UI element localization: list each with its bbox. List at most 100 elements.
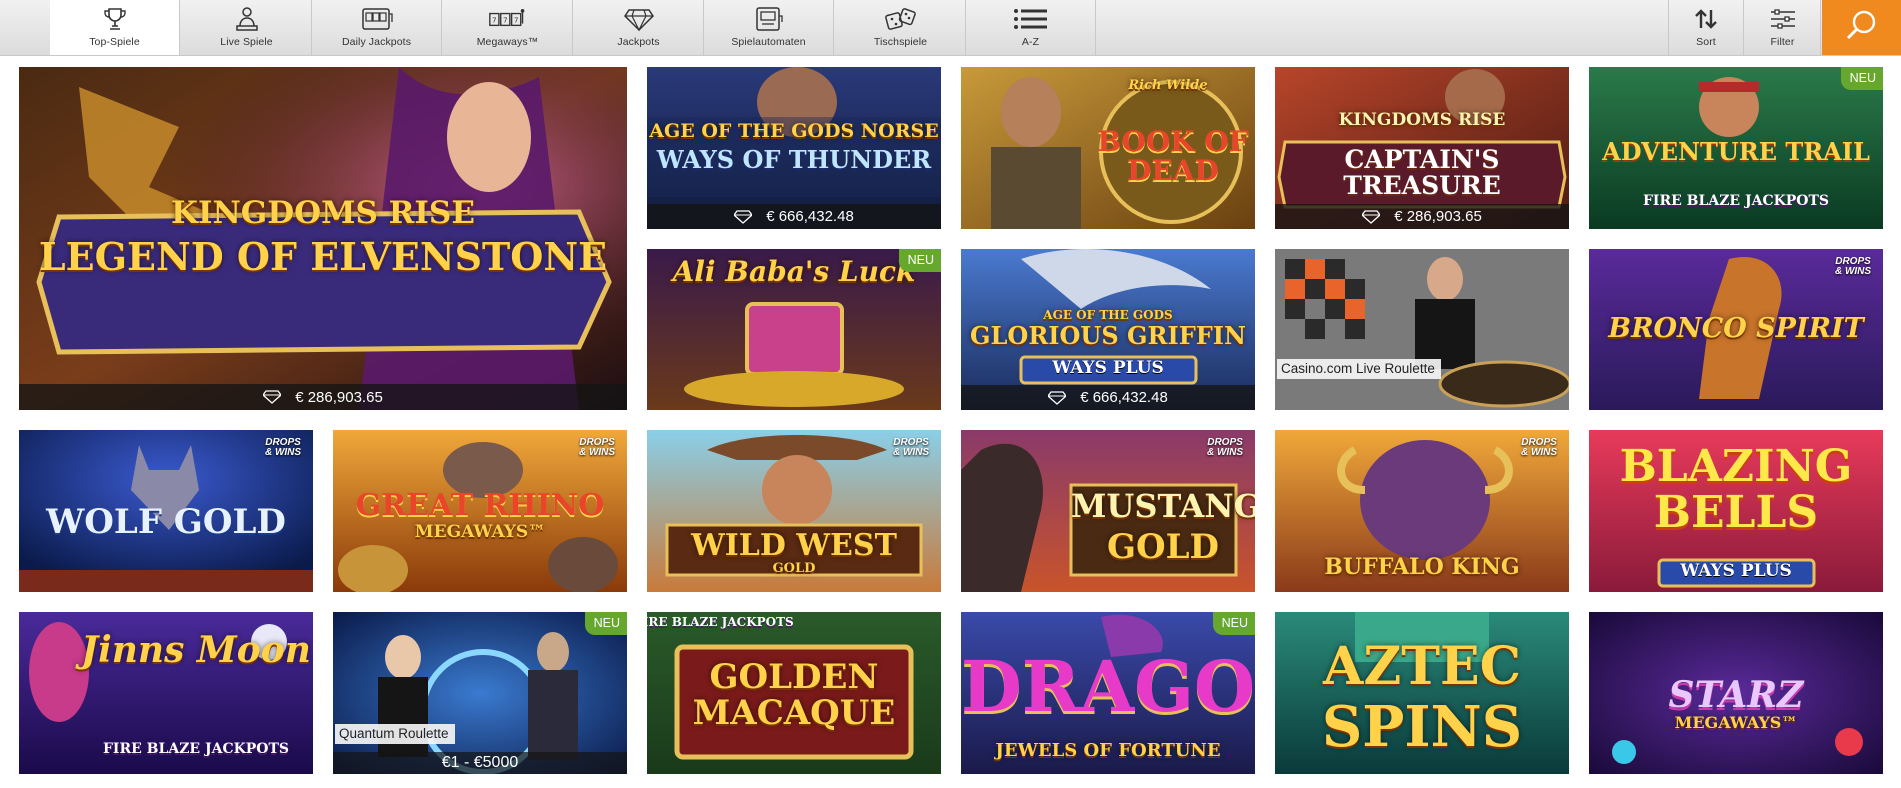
tab-jackpots[interactable]: Jackpots — [574, 0, 704, 55]
tab-label: Jackpots — [617, 36, 660, 48]
drops-and-wins-badge: DROPS & WINS — [1206, 437, 1244, 458]
game-tile-legend-of-elvenstone[interactable]: KINGDOMS RISE LEGEND OF ELVENSTONE € 286… — [19, 67, 627, 410]
tab-label: Top-Spiele — [89, 36, 140, 48]
trophy-icon — [95, 6, 135, 32]
live-game-label: Quantum Roulette — [335, 724, 455, 744]
game-tile-adventure-trail[interactable]: ADVENTURE TRAIL FIRE BLAZE JACKPOTS NEU — [1589, 67, 1883, 229]
game-tile-blazing-bells[interactable]: BLAZING BELLS WAYS PLUS — [1589, 430, 1883, 592]
game-title: ADVENTURE TRAIL — [1602, 137, 1870, 166]
tab-label: Tischspiele — [873, 36, 928, 48]
game-subtitle: MEGAWAYS™ — [414, 522, 546, 542]
diamond-icon — [263, 390, 282, 404]
search-button[interactable] — [1822, 0, 1901, 55]
game-tile-great-rhino[interactable]: GREAT RHINO MEGAWAYS™ DROPS & WINS — [333, 430, 627, 592]
game-subtitle: JEWELS OF FORTUNE — [995, 740, 1221, 761]
slot-icon — [749, 6, 789, 32]
game-tile-ways-of-thunder[interactable]: AGE OF THE GODS NORSE WAYS OF THUNDER € … — [647, 67, 941, 229]
tab-label: Daily Jackpots — [341, 36, 412, 48]
top-navigation: Top-Spiele Live Spiele Daily Jackpots 77… — [0, 0, 1901, 56]
drops-and-wins-badge: DROPS & WINS — [578, 437, 616, 458]
game-title: BRONCO SPIRIT — [1608, 313, 1864, 344]
tab-megaways[interactable]: 777 Megaways™ — [443, 0, 573, 55]
tab-label: Spielautomaten — [731, 36, 806, 48]
svg-text:7: 7 — [502, 16, 507, 25]
game-title: GOLDEN MACAQUE — [692, 657, 896, 733]
game-tile-wolf-gold[interactable]: WOLF GOLD DROPS & WINS — [19, 430, 313, 592]
game-tile-mustang-gold[interactable]: MUSTANG GOLD DROPS & WINS — [961, 430, 1255, 592]
tab-tischspiele[interactable]: Tischspiele — [836, 0, 966, 55]
game-subtitle: WAYS PLUS — [1680, 561, 1792, 581]
jackpot-amount: € 286,903.65 — [295, 388, 383, 406]
game-title: BLAZING BELLS — [1619, 441, 1853, 539]
new-badge: NEU — [1212, 612, 1255, 635]
game-title: KINGDOMS RISE — [1338, 110, 1506, 130]
live-game-label: Casino.com Live Roulette — [1277, 359, 1441, 379]
new-badge: NEU — [1840, 67, 1883, 90]
game-artwork — [333, 612, 627, 774]
jackpot-amount: € 666,432.48 — [1080, 389, 1168, 406]
list-icon — [1011, 6, 1051, 32]
game-subtitle: MEGAWAYS™ — [1674, 713, 1798, 732]
svg-text:7: 7 — [513, 16, 518, 25]
filter-button[interactable]: Filter — [1745, 0, 1821, 55]
ways-plus-label: WAYS PLUS — [1052, 358, 1164, 378]
tab-label: Live Spiele — [220, 36, 273, 48]
game-title: MUSTANG — [1071, 487, 1255, 525]
slot-machine-icon — [357, 6, 397, 32]
game-tile-starz-megaways[interactable]: STARZ MEGAWAYS™ — [1589, 612, 1883, 774]
game-tile-golden-macaque[interactable]: FIRE BLAZE JACKPOTS GOLDEN MACAQUE — [647, 612, 941, 774]
game-tile-wild-west-gold[interactable]: WILD WEST GOLD DROPS & WINS — [647, 430, 941, 592]
tab-top-spiele[interactable]: Top-Spiele — [50, 0, 180, 55]
game-subtitle: FIRE BLAZE JACKPOTS — [647, 615, 794, 629]
jackpot-bar: € 666,432.48 — [961, 385, 1255, 410]
game-title: WOLF GOLD — [46, 502, 286, 542]
diamond-icon — [734, 209, 753, 224]
game-title: STARZ — [1668, 674, 1804, 716]
game-tile-quantum-roulette[interactable]: Quantum Roulette €1 - €5000 NEU — [333, 612, 627, 774]
tab-a-z[interactable]: A-Z — [966, 0, 1096, 55]
svg-text:7: 7 — [492, 16, 497, 25]
game-subtitle: LEGEND OF ELVENSTONE — [38, 234, 608, 279]
diamond-icon — [1048, 390, 1067, 405]
game-tile-ali-babas-luck[interactable]: Ali Baba's Luck NEU — [647, 249, 941, 410]
diamond-icon — [1362, 209, 1381, 224]
game-tile-glorious-griffin[interactable]: AGE OF THE GODS GLORIOUS GRIFFIN WAYS PL… — [961, 249, 1255, 410]
game-subtitle: BOOK OF DEAD — [1097, 125, 1249, 188]
game-tile-book-of-dead[interactable]: Rich Wilde BOOK OF DEAD — [961, 67, 1255, 229]
drops-and-wins-badge: DROPS & WINS — [1520, 437, 1558, 458]
game-title: BUFFALO KING — [1324, 554, 1520, 580]
drops-and-wins-badge: DROPS & WINS — [892, 437, 930, 458]
filter-sliders-icon — [1763, 6, 1803, 32]
game-tile-aztec-spins[interactable]: AZTEC SPINS — [1275, 612, 1569, 774]
game-subtitle: CAPTAIN'S TREASURE — [1343, 145, 1501, 201]
game-tile-captains-treasure[interactable]: KINGDOMS RISE CAPTAIN'S TREASURE € 286,9… — [1275, 67, 1569, 229]
game-title: DRAGO — [961, 645, 1255, 728]
game-subtitle: WAYS OF THUNDER — [656, 145, 932, 174]
jackpot-amount: € 666,432.48 — [766, 208, 854, 225]
game-tile-buffalo-king[interactable]: BUFFALO KING DROPS & WINS — [1275, 430, 1569, 592]
tab-live-spiele[interactable]: Live Spiele — [182, 0, 312, 55]
game-title: KINGDOMS RISE — [171, 195, 475, 231]
game-subtitle: GOLD — [772, 561, 816, 576]
new-badge: NEU — [584, 612, 627, 635]
game-tile-bronco-spirit[interactable]: BRONCO SPIRIT DROPS & WINS — [1589, 249, 1883, 410]
sort-button[interactable]: Sort — [1668, 0, 1744, 55]
jackpot-bar: € 286,903.65 — [19, 384, 627, 410]
game-subtitle: SPINS — [1321, 694, 1523, 760]
tab-daily-jackpots[interactable]: Daily Jackpots — [312, 0, 442, 55]
sort-label: Sort — [1696, 36, 1716, 48]
tab-spielautomaten[interactable]: Spielautomaten — [704, 0, 834, 55]
game-title: GREAT RHINO — [355, 488, 605, 523]
drops-and-wins-badge: DROPS & WINS — [1834, 256, 1872, 277]
bet-range: €1 - €5000 — [333, 752, 627, 774]
game-subtitle: FIRE BLAZE JACKPOTS — [1642, 193, 1830, 209]
game-subtitle: GOLD — [1106, 527, 1220, 567]
diamond-icon — [619, 6, 659, 32]
game-title: Jinns Moon — [81, 629, 311, 671]
game-artwork — [1275, 249, 1569, 410]
game-title: AGE OF THE GODS — [1043, 308, 1173, 322]
game-tile-live-roulette[interactable]: Casino.com Live Roulette — [1275, 249, 1569, 410]
game-tile-drago[interactable]: DRAGO JEWELS OF FORTUNE NEU — [961, 612, 1255, 774]
game-tile-jinns-moon[interactable]: Jinns Moon FIRE BLAZE JACKPOTS — [19, 612, 313, 774]
filter-label: Filter — [1770, 36, 1795, 48]
